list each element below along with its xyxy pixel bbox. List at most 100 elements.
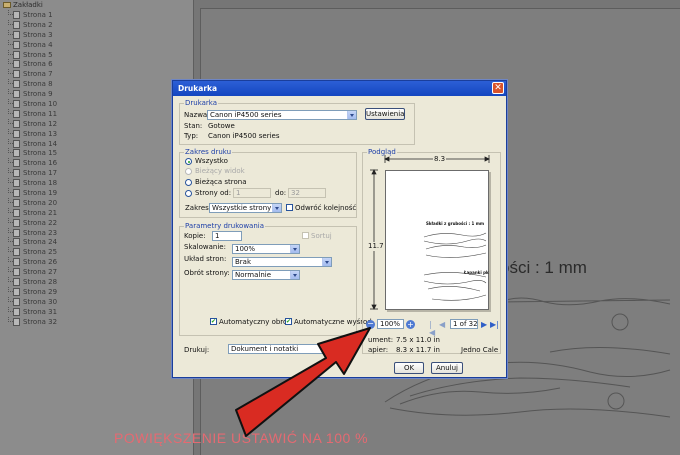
bookmark-item[interactable]: Strona 4 xyxy=(0,39,193,50)
bookmark-item[interactable]: Strona 5 xyxy=(0,49,193,60)
page-icon xyxy=(13,119,20,128)
background-page-title: ości : 1 mm xyxy=(500,258,587,277)
range-to-value: 32 xyxy=(291,189,300,197)
bookmark-label: Strona 19 xyxy=(23,189,58,198)
printer-name-label: Nazwa: xyxy=(184,111,210,119)
page-icon xyxy=(13,218,20,227)
zoom-in-icon[interactable]: + xyxy=(406,320,415,329)
page-layout-select[interactable]: Brak xyxy=(232,257,332,267)
bookmark-item[interactable]: Strona 1 xyxy=(0,10,193,20)
cancel-button[interactable]: Anuluj xyxy=(431,362,463,374)
collate-checkbox[interactable] xyxy=(302,232,309,239)
bookmarks-header[interactable]: Zakładki xyxy=(0,0,193,10)
bookmark-item[interactable]: Strona 6 xyxy=(0,59,193,69)
bookmark-item[interactable]: Strona 16 xyxy=(0,158,193,168)
bookmark-item[interactable]: Strona 17 xyxy=(0,168,193,178)
copies-label: Kopie: xyxy=(184,232,206,240)
folder-icon xyxy=(3,2,11,8)
bookmark-label: Strona 3 xyxy=(23,30,53,39)
bookmark-item[interactable]: Strona 24 xyxy=(0,237,193,247)
close-icon[interactable]: ✕ xyxy=(492,82,504,94)
page-icon xyxy=(13,189,20,198)
bookmark-item[interactable]: Strona 19 xyxy=(0,188,193,198)
next-page-icon[interactable]: ▶ xyxy=(481,321,488,329)
bookmark-label: Strona 12 xyxy=(23,119,58,128)
bookmark-label: Strona 32 xyxy=(23,317,58,326)
printer-name-select[interactable]: Canon iP4500 series xyxy=(207,110,357,120)
bookmarks-panel: Zakładki Strona 1 Strona 2 Strona 3 Strona … xyxy=(0,0,194,455)
range-subset-label: Zakres: xyxy=(185,204,212,212)
preview-sheet-heading: Składki z grubości : 1 mm xyxy=(426,221,485,226)
page-rotation-value: Normalnie xyxy=(235,271,272,279)
bookmark-item[interactable]: Strona 23 xyxy=(0,227,193,238)
page-icon xyxy=(13,70,20,79)
page-number-input[interactable]: 1 of 32 xyxy=(450,319,478,329)
bookmark-item[interactable]: Strona 30 xyxy=(0,296,193,307)
bookmark-item[interactable]: Strona 31 xyxy=(0,306,193,317)
copies-input[interactable]: 1 xyxy=(212,231,242,241)
dialog-title-bar[interactable]: Drukarka ✕ xyxy=(173,81,506,96)
bookmark-item[interactable]: Strona 28 xyxy=(0,277,193,287)
bookmark-label: Strona 21 xyxy=(23,208,58,217)
bookmark-item[interactable]: Strona 11 xyxy=(0,108,193,119)
bookmark-item[interactable]: Strona 3 xyxy=(0,29,193,40)
bookmark-item[interactable]: Strona 18 xyxy=(0,178,193,188)
first-page-icon[interactable]: |◀ xyxy=(429,321,436,337)
bookmark-item[interactable]: Strona 9 xyxy=(0,89,193,99)
bookmark-label: Strona 25 xyxy=(23,248,58,257)
page-icon xyxy=(13,228,20,237)
printer-type-label: Typ: xyxy=(184,132,199,140)
bookmark-item[interactable]: Strona 29 xyxy=(0,286,193,297)
range-subset-select[interactable]: Wszystkie strony z zak xyxy=(209,203,282,213)
preview-width-label: 8.3 xyxy=(433,155,447,164)
copies-value: 1 xyxy=(215,232,220,240)
range-to-input[interactable]: 32 xyxy=(288,188,326,198)
bookmark-item[interactable]: Strona 14 xyxy=(0,138,193,149)
printer-properties-button[interactable]: Ustawienia xyxy=(365,108,405,120)
bookmark-item[interactable]: Strona 22 xyxy=(0,217,193,228)
printer-type-value: Canon iP4500 series xyxy=(208,132,280,140)
bookmark-item[interactable]: Strona 7 xyxy=(0,69,193,79)
collate-label: Sortuj xyxy=(311,232,332,240)
page-icon xyxy=(13,238,20,247)
bookmark-label: Strona 7 xyxy=(23,70,53,79)
bookmark-item[interactable]: Strona 10 xyxy=(0,99,193,109)
bookmark-label: Strona 23 xyxy=(23,228,58,237)
bookmark-item[interactable]: Strona 32 xyxy=(0,316,193,327)
reverse-pages-checkbox[interactable] xyxy=(286,204,293,211)
bookmark-item[interactable]: Strona 25 xyxy=(0,247,193,257)
auto-rotate-checkbox[interactable]: ✔ xyxy=(210,318,217,325)
bookmark-item[interactable]: Strona 8 xyxy=(0,79,193,89)
bookmark-label: Strona 1 xyxy=(23,11,53,19)
range-all-label: Wszystko xyxy=(195,157,228,165)
bookmark-item[interactable]: Strona 20 xyxy=(0,197,193,208)
prev-page-icon[interactable]: ◀ xyxy=(439,321,446,329)
bookmark-item[interactable]: Strona 27 xyxy=(0,267,193,277)
bookmark-item[interactable]: Strona 2 xyxy=(0,19,193,30)
bookmark-item[interactable]: Strona 13 xyxy=(0,128,193,139)
range-current-view-radio[interactable] xyxy=(185,168,192,175)
scaling-select[interactable]: 100% xyxy=(232,244,300,254)
range-from-input[interactable]: 1 xyxy=(233,188,271,198)
page-icon xyxy=(13,129,20,138)
page-icon xyxy=(13,90,20,99)
print-range-group-title: Zakres druku xyxy=(184,148,233,156)
bookmark-label: Strona 26 xyxy=(23,258,58,267)
page-icon xyxy=(13,307,20,316)
range-all-radio[interactable] xyxy=(185,158,192,165)
page-rotation-label: Obrót strony: xyxy=(184,269,230,277)
range-pages-radio[interactable] xyxy=(185,190,192,197)
last-page-icon[interactable]: ▶| xyxy=(490,321,499,329)
range-to-label: do: xyxy=(275,189,287,197)
page-number-value: 1 of 32 xyxy=(453,320,478,328)
bookmark-item[interactable]: Strona 26 xyxy=(0,257,193,267)
printer-status-label: Stan: xyxy=(184,122,203,130)
page-rotation-select[interactable]: Normalnie xyxy=(232,270,300,280)
bookmark-label: Strona 30 xyxy=(23,297,58,306)
bookmark-item[interactable]: Strona 12 xyxy=(0,118,193,129)
page-icon xyxy=(13,179,20,188)
bookmark-item[interactable]: Strona 21 xyxy=(0,207,193,218)
bookmark-label: Strona 13 xyxy=(23,129,58,138)
range-current-page-radio[interactable] xyxy=(185,179,192,186)
bookmark-item[interactable]: Strona 15 xyxy=(0,148,193,158)
